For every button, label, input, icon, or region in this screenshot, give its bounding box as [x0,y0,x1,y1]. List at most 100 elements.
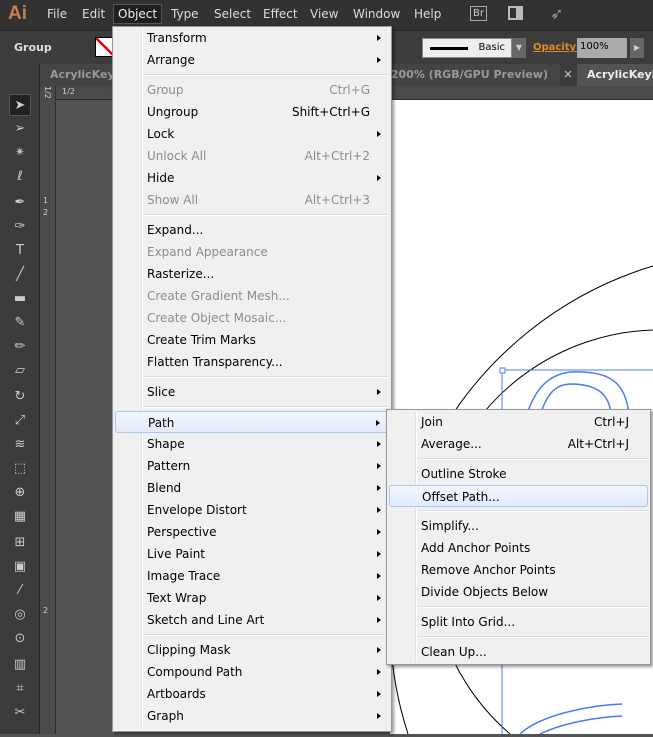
submenu-arrow-icon [377,647,381,653]
menu-item-divide-objects-below[interactable]: Divide Objects Below [389,581,648,603]
paintbrush-icon[interactable]: ✎ [9,312,31,334]
rocket-icon[interactable]: ➶ [550,4,563,23]
blend-icon[interactable]: ◎ [9,604,31,626]
menu-item-artboards[interactable]: Artboards [115,683,389,705]
line-tool-icon[interactable]: ╱ [9,264,31,286]
pencil-icon[interactable]: ✏ [9,336,31,358]
stroke-style-dropdown[interactable]: ▼ [512,38,526,58]
menu-item-sketch-and-line-art[interactable]: Sketch and Line Art [115,609,389,631]
menu-select[interactable]: Select [214,7,251,21]
menu-item-label: Artboards [147,687,206,701]
menu-item-ungroup[interactable]: Ungroup Shift+Ctrl+G [115,101,389,123]
direct-selection-tool-icon[interactable]: ➢ [9,118,31,140]
menu-type[interactable]: Type [171,7,199,21]
menu-item-label: Outline Stroke [421,467,507,481]
menu-window[interactable]: Window [353,7,400,21]
menu-file[interactable]: File [47,7,67,21]
menu-object[interactable]: Object [113,4,163,24]
slice-tool-icon[interactable]: ✂ [9,702,31,724]
menu-item-label: Simplify... [421,519,479,533]
menu-item-simplify[interactable]: Simplify... [389,515,648,537]
menu-item-path[interactable]: Path [115,411,389,433]
artboard-tool-icon[interactable]: ⌗ [9,678,31,700]
menu-item-clean-up[interactable]: Clean Up... [389,641,648,663]
menu-item-perspective[interactable]: Perspective [115,521,389,543]
mesh-icon[interactable]: ⊞ [9,532,31,554]
lasso-icon[interactable]: ℓ [9,166,31,188]
menu-item-label: Clean Up... [421,645,487,659]
menu-view[interactable]: View [310,7,338,21]
graph-tool-icon[interactable]: ▥ [9,654,31,676]
menu-item-label: Offset Path... [422,490,500,504]
menu-item-envelope-distort[interactable]: Envelope Distort [115,499,389,521]
menu-item-rasterize[interactable]: Rasterize... [115,263,389,285]
menu-item-pattern[interactable]: Pattern [115,455,389,477]
eraser-icon[interactable]: ▱ [9,360,31,382]
submenu-arrow-icon [376,420,380,426]
submenu-arrow-icon [377,389,381,395]
menu-item-label: Envelope Distort [147,503,247,517]
menu-item-average[interactable]: Average... Alt+Ctrl+J [389,433,648,455]
submenu-arrow-icon [377,175,381,181]
selected-path [539,715,623,735]
submenu-arrow-icon [377,669,381,675]
type-tool-icon[interactable]: T [9,240,31,262]
opacity-field[interactable]: 100% [577,38,627,58]
selected-path [519,703,623,735]
bridge-button[interactable]: Br [470,6,487,21]
menu-item-remove-anchor-points[interactable]: Remove Anchor Points [389,559,648,581]
gradient-icon[interactable]: ▣ [9,556,31,578]
menu-item-split-into-grid[interactable]: Split Into Grid... [389,611,648,633]
menu-item-arrange[interactable]: Arrange [115,49,389,71]
menu-item-join[interactable]: Join Ctrl+J [389,411,648,433]
perspective-grid-icon[interactable]: ▦ [9,506,31,528]
menu-separator [418,606,648,608]
opacity-label[interactable]: Opacity: [533,42,580,53]
menu-effect[interactable]: Effect [263,7,298,21]
menu-item-hide[interactable]: Hide [115,167,389,189]
opacity-arrow[interactable]: ▶ [630,38,644,58]
menu-item-lock[interactable]: Lock [115,123,389,145]
selection-tool-icon[interactable]: ➤ [9,94,31,116]
selection-handle [499,367,506,374]
free-transform-icon[interactable]: ⬚ [9,458,31,480]
menu-item-graph[interactable]: Graph [115,705,389,727]
ruler-mark: 1 [43,196,49,205]
shape-builder-icon[interactable]: ⊕ [9,482,31,504]
menu-item-image-trace[interactable]: Image Trace [115,565,389,587]
menu-item-slice[interactable]: Slice [115,381,389,403]
tab-document-1[interactable]: AcrylicKeyRi [40,64,115,86]
close-tab-icon[interactable]: × [563,67,573,81]
scale-icon[interactable]: ⤢ [9,410,31,432]
menu-item-add-anchor-points[interactable]: Add Anchor Points [389,537,648,559]
menu-item-transform[interactable]: Transform [115,27,389,49]
curvature-tool-icon[interactable]: ✑ [9,216,31,238]
menu-item-shape[interactable]: Shape [115,433,389,455]
menu-item-expand[interactable]: Expand... [115,219,389,241]
menu-help[interactable]: Help [414,7,441,21]
stroke-style-select[interactable]: Basic [422,38,512,58]
tab-document-3[interactable]: AcrylicKeyRin [577,64,653,86]
menu-item-outline-stroke[interactable]: Outline Stroke [389,463,648,485]
rotate-icon[interactable]: ↻ [9,386,31,408]
eyedropper-icon[interactable]: ⁄ [9,580,31,602]
menu-item-label: Sketch and Line Art [147,613,265,627]
rectangle-tool-icon[interactable]: ▬ [9,288,31,310]
warp-icon[interactable]: ≋ [9,434,31,456]
menu-item-live-paint[interactable]: Live Paint [115,543,389,565]
menu-separator [144,406,389,408]
menu-edit[interactable]: Edit [82,7,105,21]
menu-item-label: Lock [147,127,175,141]
magic-wand-icon[interactable]: ✴ [9,142,31,164]
symbol-sprayer-icon[interactable]: ⊙ [9,628,31,650]
menu-item-offset-path[interactable]: Offset Path... [389,485,648,507]
menu-item-create-trim-marks[interactable]: Create Trim Marks [115,329,389,351]
menu-item-clipping-mask[interactable]: Clipping Mask [115,639,389,661]
pen-tool-icon[interactable]: ✒ [9,192,31,214]
menu-item-compound-path[interactable]: Compound Path [115,661,389,683]
vertical-ruler: 1/2 1 2 2 [40,86,56,734]
menu-item-text-wrap[interactable]: Text Wrap [115,587,389,609]
menu-item-blend[interactable]: Blend [115,477,389,499]
workspace-icon[interactable] [508,6,523,20]
menu-item-flatten-transparency[interactable]: Flatten Transparency... [115,351,389,373]
